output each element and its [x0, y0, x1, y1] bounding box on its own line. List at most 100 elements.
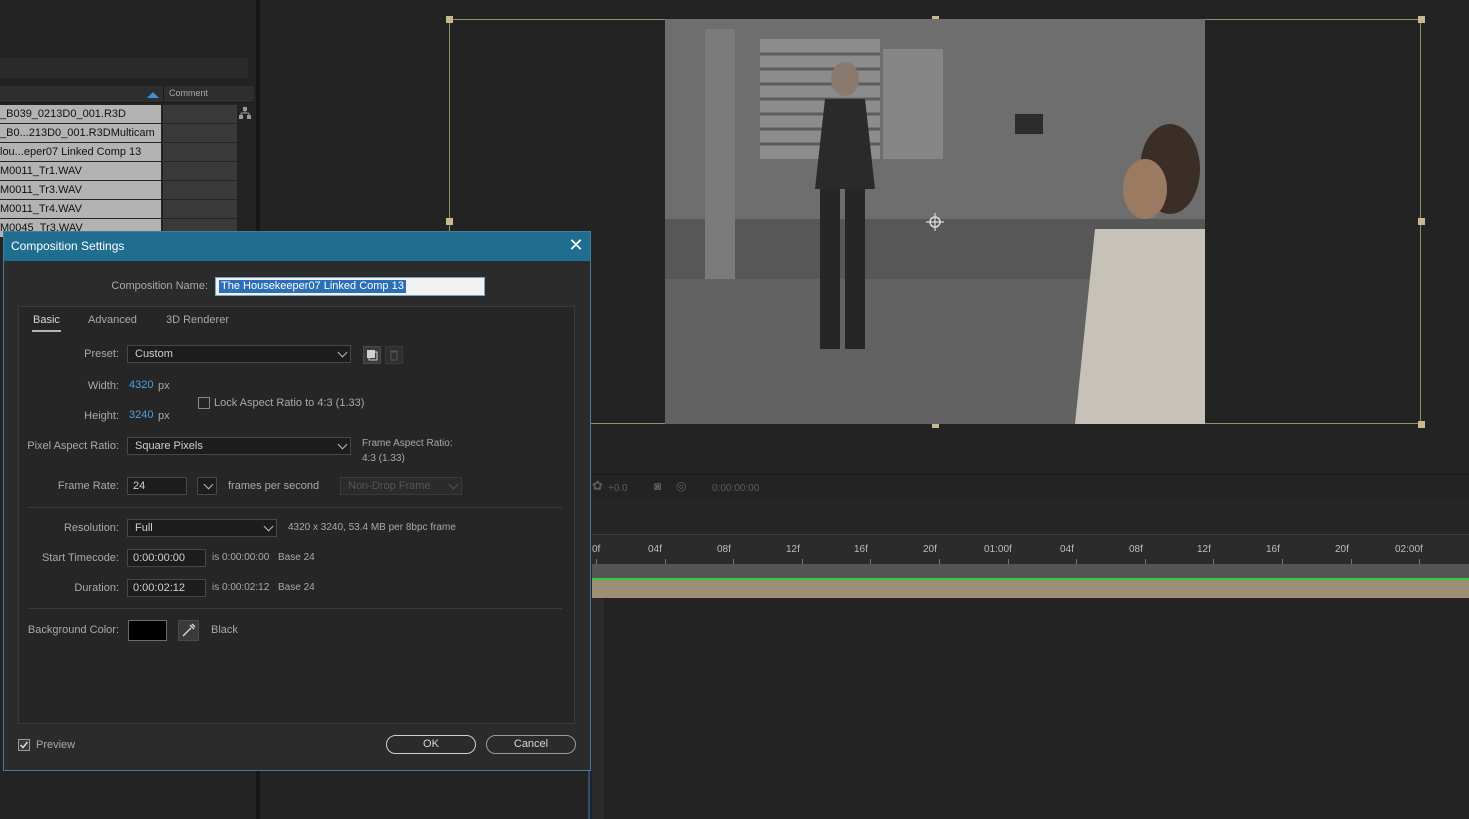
- ruler-label: 12f: [1197, 544, 1211, 555]
- start-timecode-info: is 0:00:00:00: [212, 552, 270, 563]
- dialog-title: Composition Settings: [11, 239, 125, 253]
- divider: [28, 507, 562, 508]
- eyedropper-icon[interactable]: [178, 620, 199, 641]
- delete-preset-icon[interactable]: [385, 346, 403, 364]
- project-item-name: M0011_Tr3.WAV: [0, 181, 161, 199]
- lock-aspect-label: Lock Aspect Ratio to 4:3 (1.33): [214, 397, 365, 409]
- project-item-comment[interactable]: [163, 162, 237, 180]
- work-area-bar[interactable]: [592, 564, 1469, 578]
- frame-aspect-value: 4:3 (1.33): [362, 453, 405, 464]
- height-value[interactable]: 3240: [129, 409, 153, 421]
- project-item-comment[interactable]: [163, 105, 237, 123]
- height-label: Height:: [84, 410, 119, 422]
- project-item-name: _B039_0213D0_001.R3D: [0, 105, 161, 123]
- project-item[interactable]: lou...eper07 Linked Comp 13: [0, 143, 237, 161]
- show-snapshot-icon[interactable]: ◎: [676, 479, 686, 493]
- settings-panel: [18, 306, 575, 724]
- anchor-point-icon[interactable]: [925, 212, 945, 232]
- flowchart-icon[interactable]: [238, 106, 252, 120]
- ruler-label: 01:00f: [984, 544, 1012, 555]
- transform-handle[interactable]: [446, 16, 453, 23]
- preset-dropdown[interactable]: Custom: [127, 345, 351, 363]
- project-item-comment[interactable]: [163, 124, 237, 142]
- comp-name-input[interactable]: The Housekeeper07 Linked Comp 13: [215, 277, 485, 296]
- close-icon[interactable]: ✕: [566, 234, 586, 256]
- ruler-label: 12f: [786, 544, 800, 555]
- comp-name-label: Composition Name:: [111, 280, 208, 292]
- snapshot-camera-icon[interactable]: ◙: [654, 479, 661, 493]
- chevron-down-icon: [337, 347, 348, 358]
- viewer-timecode[interactable]: 0:00:00:00: [712, 483, 759, 494]
- duration-base: Base 24: [278, 582, 315, 593]
- project-item-comment[interactable]: [163, 200, 237, 218]
- duration-input[interactable]: 0:00:02:12: [127, 579, 206, 597]
- resolution-dropdown[interactable]: Full: [127, 519, 277, 537]
- project-item[interactable]: M0011_Tr4.WAV: [0, 200, 237, 218]
- column-comment-header[interactable]: Comment: [169, 88, 208, 98]
- comp-name-value: The Housekeeper07 Linked Comp 13: [219, 280, 406, 293]
- ruler-label: 16f: [1266, 544, 1280, 555]
- resolution-value: Full: [135, 522, 153, 534]
- pixel-aspect-value: Square Pixels: [135, 440, 203, 452]
- ok-button[interactable]: OK: [386, 735, 476, 754]
- active-tab-indicator: [32, 330, 61, 332]
- frame-rate-input[interactable]: 24: [127, 477, 187, 495]
- project-search-bar[interactable]: [0, 58, 248, 78]
- resolution-label: Resolution:: [63, 522, 119, 534]
- cancel-button[interactable]: Cancel: [486, 735, 576, 754]
- resolution-info: 4320 x 3240, 53.4 MB per 8bpc frame: [288, 522, 456, 533]
- frame-rate-label: Frame Rate:: [57, 480, 119, 492]
- project-column-header: [0, 86, 254, 103]
- time-ruler[interactable]: 0f 04f 08f 12f 16f 20f 01:00f 04f 08f 12…: [592, 534, 1469, 565]
- bg-color-name: Black: [211, 624, 238, 636]
- width-value[interactable]: 4320: [129, 379, 153, 391]
- preview-checkbox[interactable]: [18, 739, 30, 751]
- ruler-label: 16f: [854, 544, 868, 555]
- project-item[interactable]: M0011_Tr1.WAV: [0, 162, 237, 180]
- preset-label: Preset:: [84, 348, 119, 360]
- duration-label: Duration:: [74, 582, 119, 594]
- ruler-label: 02:00f: [1395, 544, 1423, 555]
- project-item-comment[interactable]: [163, 143, 237, 161]
- ruler-label: 20f: [923, 544, 937, 555]
- layer-bar[interactable]: [592, 580, 1469, 598]
- width-unit: px: [158, 380, 170, 392]
- pixel-aspect-label: Pixel Aspect Ratio:: [27, 440, 119, 452]
- project-item-comment[interactable]: [163, 181, 237, 199]
- project-item[interactable]: _B0...213D0_001.R3DMulticam: [0, 124, 237, 142]
- project-item[interactable]: M0011_Tr3.WAV: [0, 181, 237, 199]
- project-item[interactable]: _B039_0213D0_001.R3D: [0, 105, 237, 123]
- save-preset-icon[interactable]: [363, 346, 381, 364]
- viewer-toolbar: ✿ +0.0 ◙ ◎ 0:00:00:00: [592, 474, 1469, 498]
- exposure-reset-icon[interactable]: ✿: [592, 478, 603, 494]
- start-timecode-input[interactable]: 0:00:00:00: [127, 549, 206, 567]
- tab-advanced[interactable]: Advanced: [88, 314, 137, 326]
- start-timecode-base: Base 24: [278, 552, 315, 563]
- transform-handle[interactable]: [446, 218, 453, 225]
- frame-aspect-label: Frame Aspect Ratio:: [362, 438, 453, 449]
- chevron-down-icon: [448, 479, 459, 490]
- tab-basic[interactable]: Basic: [33, 314, 60, 326]
- transform-handle[interactable]: [1418, 16, 1425, 23]
- tab-3d-renderer[interactable]: 3D Renderer: [166, 314, 229, 326]
- ruler-label: 08f: [1129, 544, 1143, 555]
- ruler-label: 08f: [717, 544, 731, 555]
- ruler-label: 0f: [592, 544, 601, 555]
- fps-label: frames per second: [228, 480, 320, 492]
- pixel-aspect-dropdown[interactable]: Square Pixels: [127, 437, 351, 455]
- ruler-label: 04f: [648, 544, 662, 555]
- transform-handle[interactable]: [1418, 421, 1425, 428]
- transform-handle[interactable]: [1418, 218, 1425, 225]
- project-item-name: M0011_Tr4.WAV: [0, 200, 161, 218]
- chevron-down-icon: [263, 521, 274, 532]
- exposure-value[interactable]: +0.0: [608, 483, 628, 494]
- preview-label: Preview: [36, 739, 76, 751]
- sort-ascending-icon[interactable]: [147, 92, 159, 98]
- bg-color-swatch[interactable]: [128, 620, 167, 641]
- frame-rate-dropdown[interactable]: [197, 477, 217, 495]
- column-separator[interactable]: [163, 86, 164, 102]
- timeline-header: [592, 500, 1469, 534]
- chevron-down-icon: [337, 439, 348, 450]
- lock-aspect-checkbox[interactable]: [198, 397, 210, 409]
- divider: [28, 608, 562, 609]
